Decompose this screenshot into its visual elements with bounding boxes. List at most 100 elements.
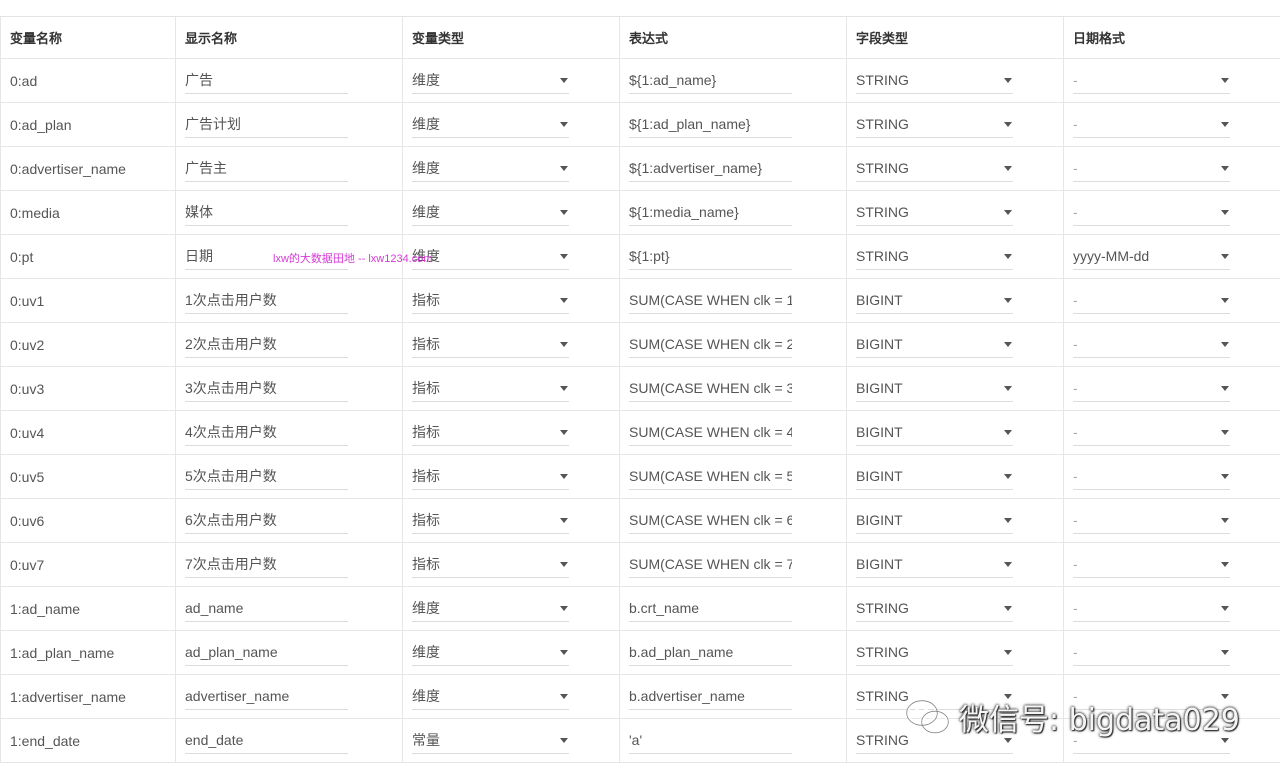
date-format-select[interactable]: -: [1073, 287, 1230, 314]
field-type-select[interactable]: STRING: [856, 111, 1013, 138]
display-name-input[interactable]: 1次点击用户数: [185, 287, 348, 314]
caret-down-icon[interactable]: [560, 209, 568, 215]
variable-type-select[interactable]: 指标: [412, 287, 569, 314]
caret-down-icon[interactable]: [1221, 429, 1229, 435]
caret-down-icon[interactable]: [1004, 385, 1012, 391]
date-format-select[interactable]: -: [1073, 375, 1230, 402]
caret-down-icon[interactable]: [560, 649, 568, 655]
caret-down-icon[interactable]: [560, 429, 568, 435]
field-type-select[interactable]: BIGINT: [856, 463, 1013, 490]
caret-down-icon[interactable]: [1004, 429, 1012, 435]
caret-down-icon[interactable]: [560, 605, 568, 611]
caret-down-icon[interactable]: [560, 121, 568, 127]
caret-down-icon[interactable]: [1004, 253, 1012, 259]
expression-input[interactable]: SUM(CASE WHEN clk = 2: [629, 331, 792, 358]
expression-input[interactable]: SUM(CASE WHEN clk = 4: [629, 419, 792, 446]
caret-down-icon[interactable]: [1221, 121, 1229, 127]
variable-type-select[interactable]: 维度: [412, 595, 569, 622]
caret-down-icon[interactable]: [1221, 473, 1229, 479]
caret-down-icon[interactable]: [1221, 561, 1229, 567]
caret-down-icon[interactable]: [560, 385, 568, 391]
caret-down-icon[interactable]: [1004, 473, 1012, 479]
caret-down-icon[interactable]: [1221, 341, 1229, 347]
caret-down-icon[interactable]: [1221, 297, 1229, 303]
expression-input[interactable]: b.ad_plan_name: [629, 639, 792, 666]
variable-type-select[interactable]: 维度: [412, 199, 569, 226]
expression-input[interactable]: SUM(CASE WHEN clk = 6: [629, 507, 792, 534]
variable-type-select[interactable]: 维度: [412, 639, 569, 666]
caret-down-icon[interactable]: [1004, 649, 1012, 655]
caret-down-icon[interactable]: [560, 341, 568, 347]
display-name-input[interactable]: 3次点击用户数: [185, 375, 348, 402]
field-type-select[interactable]: BIGINT: [856, 331, 1013, 358]
variable-type-select[interactable]: 指标: [412, 463, 569, 490]
caret-down-icon[interactable]: [1221, 385, 1229, 391]
field-type-select[interactable]: BIGINT: [856, 375, 1013, 402]
expression-input[interactable]: SUM(CASE WHEN clk = 1: [629, 287, 792, 314]
expression-input[interactable]: SUM(CASE WHEN clk = 3: [629, 375, 792, 402]
display-name-input[interactable]: ad_plan_name: [185, 639, 348, 666]
caret-down-icon[interactable]: [1221, 253, 1229, 259]
caret-down-icon[interactable]: [1221, 77, 1229, 83]
caret-down-icon[interactable]: [560, 737, 568, 743]
date-format-select[interactable]: -: [1073, 595, 1230, 622]
caret-down-icon[interactable]: [1004, 605, 1012, 611]
expression-input[interactable]: SUM(CASE WHEN clk = 5: [629, 463, 792, 490]
display-name-input[interactable]: 2次点击用户数: [185, 331, 348, 358]
field-type-select[interactable]: BIGINT: [856, 287, 1013, 314]
caret-down-icon[interactable]: [560, 517, 568, 523]
caret-down-icon[interactable]: [1221, 649, 1229, 655]
expression-input[interactable]: ${1:media_name}: [629, 199, 792, 226]
field-type-select[interactable]: STRING: [856, 595, 1013, 622]
display-name-input[interactable]: 广告主: [185, 155, 348, 182]
expression-input[interactable]: b.advertiser_name: [629, 683, 792, 710]
field-type-select[interactable]: STRING: [856, 155, 1013, 182]
expression-input[interactable]: 'a': [629, 727, 792, 754]
field-type-select[interactable]: BIGINT: [856, 419, 1013, 446]
date-format-select[interactable]: -: [1073, 331, 1230, 358]
date-format-select[interactable]: -: [1073, 111, 1230, 138]
caret-down-icon[interactable]: [560, 473, 568, 479]
display-name-input[interactable]: 广告计划: [185, 111, 348, 138]
variable-type-select[interactable]: 维度: [412, 155, 569, 182]
display-name-input[interactable]: 4次点击用户数: [185, 419, 348, 446]
caret-down-icon[interactable]: [560, 297, 568, 303]
field-type-select[interactable]: STRING: [856, 67, 1013, 94]
variable-type-select[interactable]: 指标: [412, 419, 569, 446]
field-type-select[interactable]: STRING: [856, 639, 1013, 666]
date-format-select[interactable]: -: [1073, 507, 1230, 534]
expression-input[interactable]: ${1:ad_plan_name}: [629, 111, 792, 138]
expression-input[interactable]: ${1:advertiser_name}: [629, 155, 792, 182]
caret-down-icon[interactable]: [560, 165, 568, 171]
display-name-input[interactable]: 6次点击用户数: [185, 507, 348, 534]
variable-type-select[interactable]: 维度: [412, 243, 569, 270]
date-format-select[interactable]: -: [1073, 551, 1230, 578]
display-name-input[interactable]: 5次点击用户数: [185, 463, 348, 490]
variable-type-select[interactable]: 指标: [412, 331, 569, 358]
field-type-select[interactable]: STRING: [856, 243, 1013, 270]
caret-down-icon[interactable]: [1004, 561, 1012, 567]
date-format-select[interactable]: -: [1073, 155, 1230, 182]
caret-down-icon[interactable]: [1221, 517, 1229, 523]
caret-down-icon[interactable]: [1221, 209, 1229, 215]
expression-input[interactable]: SUM(CASE WHEN clk = 7: [629, 551, 792, 578]
caret-down-icon[interactable]: [560, 77, 568, 83]
variable-type-select[interactable]: 维度: [412, 67, 569, 94]
expression-input[interactable]: ${1:ad_name}: [629, 67, 792, 94]
caret-down-icon[interactable]: [1004, 297, 1012, 303]
variable-type-select[interactable]: 指标: [412, 375, 569, 402]
caret-down-icon[interactable]: [1004, 517, 1012, 523]
date-format-select[interactable]: -: [1073, 463, 1230, 490]
caret-down-icon[interactable]: [1004, 121, 1012, 127]
field-type-select[interactable]: STRING: [856, 199, 1013, 226]
expression-input[interactable]: b.crt_name: [629, 595, 792, 622]
caret-down-icon[interactable]: [560, 693, 568, 699]
date-format-select[interactable]: -: [1073, 67, 1230, 94]
date-format-select[interactable]: -: [1073, 419, 1230, 446]
caret-down-icon[interactable]: [1221, 605, 1229, 611]
variable-type-select[interactable]: 维度: [412, 111, 569, 138]
display-name-input[interactable]: 广告: [185, 67, 348, 94]
caret-down-icon[interactable]: [1004, 77, 1012, 83]
variable-type-select[interactable]: 指标: [412, 551, 569, 578]
caret-down-icon[interactable]: [1004, 209, 1012, 215]
